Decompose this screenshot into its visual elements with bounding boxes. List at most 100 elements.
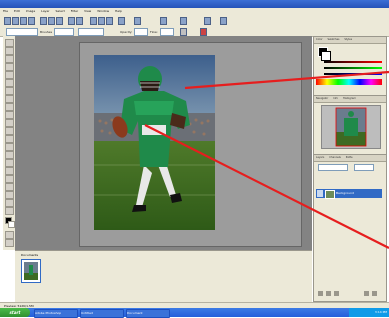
menu-layer[interactable]: Layer xyxy=(41,9,49,13)
blue-slider[interactable] xyxy=(324,73,382,75)
mask-icon[interactable] xyxy=(334,291,339,296)
open-icon[interactable] xyxy=(12,17,19,25)
palette-icon[interactable] xyxy=(200,28,207,36)
new-doc-icon[interactable] xyxy=(4,17,11,25)
heal-tool-icon[interactable] xyxy=(5,87,14,95)
tab-navigator[interactable]: Navigator xyxy=(316,97,328,100)
screen-mode-icon[interactable] xyxy=(5,239,14,247)
history-brush-tool-icon[interactable] xyxy=(5,111,14,119)
paste-icon[interactable] xyxy=(56,17,63,25)
hand-tool-icon[interactable] xyxy=(5,199,14,207)
grid-icon[interactable] xyxy=(180,17,187,25)
tab-styles[interactable]: Styles xyxy=(344,38,352,41)
taskbar: start Adobe Photoshop Untitled Document … xyxy=(0,308,389,318)
quickmask-icon[interactable] xyxy=(5,231,14,239)
menu-file[interactable]: File xyxy=(3,9,8,13)
brushes-label: Brushes xyxy=(40,30,53,34)
start-button[interactable]: start xyxy=(0,308,30,317)
dodge-tool-icon[interactable] xyxy=(5,143,14,151)
layer-opacity-field[interactable] xyxy=(354,164,374,171)
tab-histogram[interactable]: Histogram xyxy=(343,97,356,100)
system-tray: 3:14 PM xyxy=(349,308,389,317)
brush-tool-icon[interactable] xyxy=(5,95,14,103)
background-color-swatch[interactable] xyxy=(8,221,15,228)
football-player-image xyxy=(94,55,215,230)
tab-info[interactable]: Info xyxy=(333,97,338,100)
zoom-tool-icon[interactable] xyxy=(5,207,14,215)
notes-tool-icon[interactable] xyxy=(5,183,14,191)
layer-thumbnail xyxy=(325,190,335,199)
navigator-preview[interactable] xyxy=(321,105,381,149)
shape-tool-icon[interactable] xyxy=(5,175,14,183)
pencil-icon[interactable] xyxy=(98,17,105,25)
color-ramp[interactable] xyxy=(316,79,382,85)
menu-filter[interactable]: Filter xyxy=(71,9,78,13)
slice-tool-icon[interactable] xyxy=(5,79,14,87)
eye-icon[interactable] xyxy=(317,190,323,197)
menu-edit[interactable]: Edit xyxy=(14,9,20,13)
flow-field[interactable] xyxy=(160,28,174,36)
green-slider[interactable] xyxy=(324,67,382,69)
blur-tool-icon[interactable] xyxy=(5,135,14,143)
print-icon[interactable] xyxy=(28,17,35,25)
trash-icon[interactable] xyxy=(372,291,377,296)
save-icon[interactable] xyxy=(20,17,27,25)
new-layer-icon[interactable] xyxy=(364,291,369,296)
tab-swatches[interactable]: Swatches xyxy=(328,38,340,41)
menu-select[interactable]: Select xyxy=(56,9,65,13)
gradient-tool-icon[interactable] xyxy=(5,127,14,135)
menu-bar: File Edit Image Layer Select Filter View… xyxy=(0,8,389,15)
brush-size-field[interactable] xyxy=(54,28,74,36)
title-bar xyxy=(0,0,389,8)
pen-tool-icon[interactable] xyxy=(5,167,14,175)
navigator-panel: Navigator Info Histogram xyxy=(313,95,387,155)
color-panel: Color Swatches Styles xyxy=(313,36,387,96)
eyedropper-tool-icon[interactable] xyxy=(5,191,14,199)
guide-icon[interactable] xyxy=(204,17,211,25)
marquee-tool-icon[interactable] xyxy=(5,47,14,55)
document-thumbnail-image xyxy=(24,262,38,280)
zoom-icon[interactable] xyxy=(118,17,125,25)
clock: 3:14 PM xyxy=(374,310,387,314)
airbrush-icon[interactable] xyxy=(180,28,187,36)
copy-icon[interactable] xyxy=(48,17,55,25)
lasso-tool-icon[interactable] xyxy=(5,55,14,63)
tab-paths[interactable]: Paths xyxy=(346,156,353,159)
layer-style-icon[interactable] xyxy=(326,291,331,296)
hand-icon[interactable] xyxy=(134,17,141,25)
type-tool-icon[interactable] xyxy=(5,159,14,167)
red-slider[interactable] xyxy=(324,61,382,63)
eraser-tool-icon[interactable] xyxy=(5,119,14,127)
document-thumbnail[interactable] xyxy=(21,259,41,283)
tab-color[interactable]: Color xyxy=(316,38,323,41)
menu-view[interactable]: View xyxy=(84,9,91,13)
redo-icon[interactable] xyxy=(76,17,83,25)
wand-tool-icon[interactable] xyxy=(5,63,14,71)
layer-icon[interactable] xyxy=(160,17,167,25)
blend-mode-select[interactable] xyxy=(318,164,348,171)
brush-icon[interactable] xyxy=(90,17,97,25)
path-tool-icon[interactable] xyxy=(5,151,14,159)
cut-icon[interactable] xyxy=(40,17,47,25)
tool-preset-field[interactable] xyxy=(6,28,38,36)
move-tool-icon[interactable] xyxy=(5,39,14,47)
tab-channels[interactable]: Channels xyxy=(329,156,341,159)
layer-name: Background xyxy=(336,191,354,195)
stamp-tool-icon[interactable] xyxy=(5,103,14,111)
link-layers-icon[interactable] xyxy=(318,291,323,296)
background-swatch[interactable] xyxy=(321,51,331,61)
tab-layers[interactable]: Layers xyxy=(316,156,324,159)
menu-help[interactable]: Help xyxy=(115,9,122,13)
menu-image[interactable]: Image xyxy=(26,9,35,13)
eraser-icon[interactable] xyxy=(106,17,113,25)
menu-window[interactable]: Window xyxy=(97,9,109,13)
opacity-field[interactable] xyxy=(134,28,148,36)
close-doc-icon[interactable] xyxy=(220,17,227,25)
mode-select[interactable] xyxy=(78,28,104,36)
flow-label: Flow: xyxy=(150,30,158,34)
crop-tool-icon[interactable] xyxy=(5,71,14,79)
layer-row-background[interactable]: Background xyxy=(316,189,382,199)
navigator-thumbnail xyxy=(335,107,367,147)
document-canvas[interactable] xyxy=(94,55,215,230)
undo-icon[interactable] xyxy=(68,17,75,25)
